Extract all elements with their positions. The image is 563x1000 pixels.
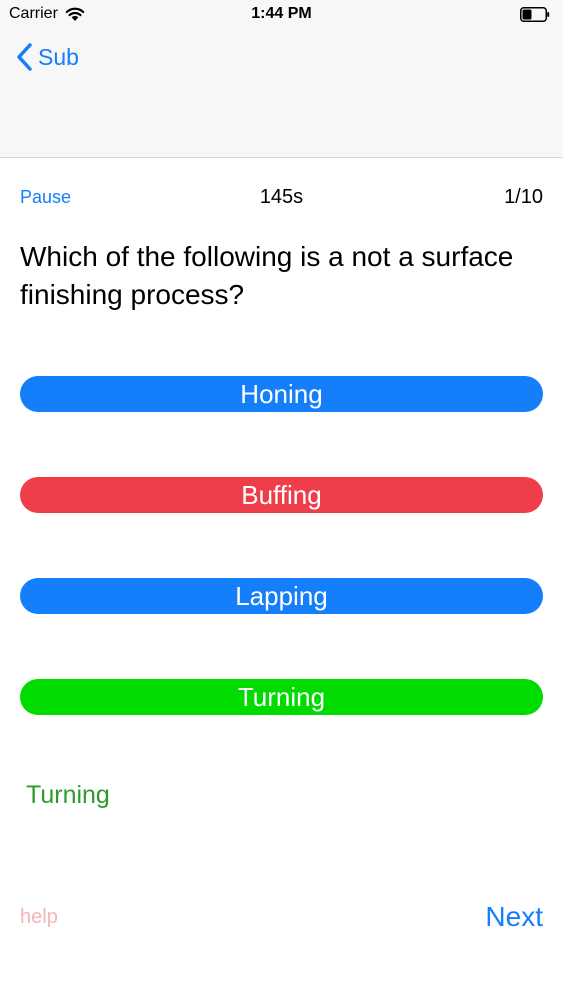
status-bar: Carrier 1:44 PM: [0, 0, 563, 30]
back-label: Sub: [38, 43, 79, 70]
back-button[interactable]: Sub: [16, 42, 79, 72]
quiz-screen: Carrier 1:44 PM Sub Pause 145s 1/10 Whic…: [0, 0, 563, 1000]
battery-icon: [520, 7, 550, 22]
question-text: Which of the following is a not a surfac…: [20, 241, 514, 310]
timer-label: 145s: [259, 186, 304, 208]
help-button[interactable]: help: [20, 906, 58, 929]
answer-button-lapping[interactable]: Lapping: [20, 578, 543, 614]
status-time: 1:44 PM: [251, 5, 312, 22]
correct-answer-text: Turning: [26, 781, 110, 809]
battery-fill: [522, 9, 532, 20]
quiz-header: Pause 145s 1/10: [0, 184, 563, 214]
question-progress: 1/10: [504, 186, 543, 208]
answer-button-buffing[interactable]: Buffing: [20, 477, 543, 513]
next-button[interactable]: Next: [485, 901, 543, 933]
chevron-left-icon: [17, 43, 32, 71]
answer-button-honing[interactable]: Honing: [20, 376, 543, 412]
answer-button-turning[interactable]: Turning: [20, 679, 543, 715]
navigation-bar: Sub: [0, 30, 563, 158]
